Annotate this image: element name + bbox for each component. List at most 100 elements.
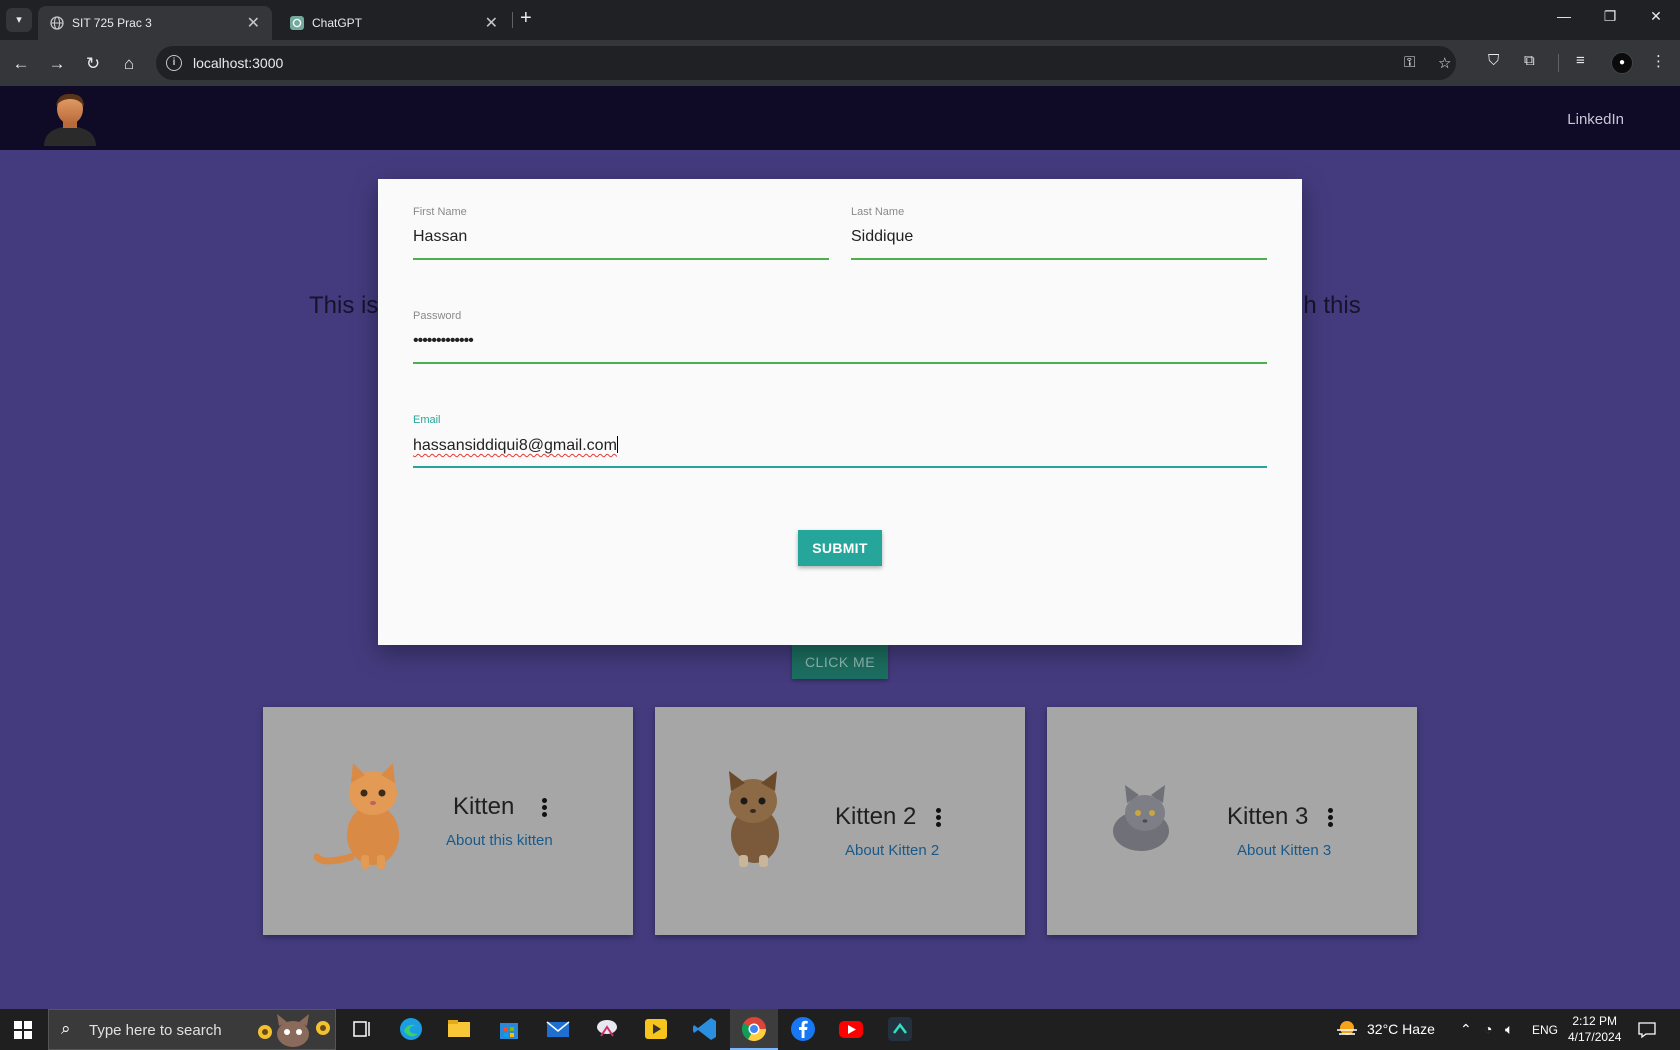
restore-icon[interactable]: ❐: [1587, 8, 1633, 25]
kitten-image: [313, 763, 399, 869]
password-field[interactable]: Password •••••••••••••: [413, 310, 1267, 364]
card-link[interactable]: About this kitten: [446, 832, 553, 849]
kitten-card: Kitten 2 About Kitten 2: [655, 707, 1025, 935]
tab-chatgpt[interactable]: ChatGPT ✕: [278, 6, 510, 40]
windows-taskbar: ⌕ Type here to search 32°C Haze ⌃ ◔ 🔈︎ E…: [0, 1009, 1680, 1050]
submit-button[interactable]: SUBMIT: [798, 530, 882, 566]
intro-text-left: This is: [309, 292, 379, 319]
browser-toolbar: ← → ↻ ⌂ i localhost:3000 ⚿ ☆ ⛉ ⧉ ≡ ● ⋮: [0, 40, 1680, 86]
last-name-label: Last Name: [851, 206, 905, 218]
kitten-image: [1113, 785, 1169, 851]
email-value: hassansiddiqui8@gmail.com: [413, 437, 617, 454]
vscode-icon[interactable]: [690, 1014, 720, 1044]
kitten-image: [729, 771, 779, 867]
tab-divider: [512, 12, 513, 28]
weather-text[interactable]: 32°C Haze: [1367, 1021, 1435, 1037]
media-player-icon[interactable]: [641, 1014, 671, 1044]
click-me-button[interactable]: CLICK ME: [792, 645, 888, 679]
chrome-taskbar-button[interactable]: [730, 1009, 778, 1050]
kitten-card: Kitten About this kitten: [263, 707, 633, 935]
first-name-input[interactable]: Hassan: [413, 228, 467, 246]
search-icon: ⌕: [61, 1019, 71, 1038]
more-vert-icon[interactable]: [1328, 808, 1334, 829]
haze-weather-icon[interactable]: [1335, 1019, 1359, 1039]
taskbar-search-box[interactable]: ⌕ Type here to search: [48, 1009, 336, 1050]
email-field[interactable]: Email hassansiddiqui8@gmail.com: [413, 414, 1267, 468]
notification-center-icon[interactable]: [1637, 1020, 1657, 1040]
last-name-field[interactable]: Last Name Siddique: [851, 206, 1267, 260]
field-underline-focused: [413, 466, 1267, 468]
search-highlight-art-icon: [258, 1014, 330, 1047]
signup-modal: First Name Hassan Last Name Siddique Pas…: [378, 179, 1302, 645]
field-underline: [851, 258, 1267, 260]
close-tab-icon[interactable]: ✕: [247, 13, 260, 33]
shield-icon[interactable]: ⛉: [1488, 52, 1499, 69]
linkedin-link[interactable]: LinkedIn: [1567, 111, 1624, 128]
task-view-icon[interactable]: [347, 1014, 377, 1044]
address-bar[interactable]: i localhost:3000 ⚿ ☆: [156, 46, 1456, 80]
last-name-input[interactable]: Siddique: [851, 228, 913, 246]
chatgpt-icon: [290, 16, 304, 30]
more-vert-icon[interactable]: [542, 798, 548, 819]
edge-icon[interactable]: [396, 1014, 426, 1044]
clock-date: 4/17/2024: [1568, 1030, 1622, 1044]
reload-icon[interactable]: ↻: [81, 52, 105, 76]
first-name-field[interactable]: First Name Hassan: [413, 206, 829, 260]
close-tab-icon[interactable]: ✕: [485, 13, 498, 33]
media-queue-icon[interactable]: ≡: [1576, 52, 1585, 69]
close-window-icon[interactable]: ✕: [1633, 8, 1679, 25]
new-tab-plus-icon[interactable]: +: [520, 7, 532, 30]
taskbar-clock[interactable]: 2:12 PM 4/17/2024: [1568, 1013, 1621, 1045]
field-underline: [413, 258, 829, 260]
tab-sit725[interactable]: SIT 725 Prac 3 ✕: [38, 6, 272, 40]
chrome-icon: [741, 1017, 766, 1042]
field-underline: [413, 362, 1267, 364]
text-caret: [616, 436, 618, 453]
network-icon[interactable]: ◔: [1484, 1021, 1492, 1037]
filmora-icon[interactable]: [885, 1014, 915, 1044]
password-label: Password: [413, 310, 462, 322]
extensions-puzzle-icon[interactable]: ⧉: [1524, 52, 1535, 69]
page-viewport: LinkedIn This is gh this CLICK ME Kitten…: [0, 86, 1680, 1009]
site-navbar: LinkedIn: [0, 86, 1680, 150]
browser-tab-strip: ▾ SIT 725 Prac 3 ✕ ChatGPT ✕ + — ❐ ✕: [0, 0, 1680, 40]
language-indicator[interactable]: ENG: [1532, 1023, 1558, 1037]
windows-start-icon[interactable]: [14, 1021, 32, 1039]
toolbar-divider: [1558, 54, 1559, 72]
volume-icon[interactable]: 🔈︎: [1505, 1021, 1513, 1038]
home-icon[interactable]: ⌂: [117, 52, 141, 76]
url-text[interactable]: localhost:3000: [193, 55, 283, 71]
forward-arrow-icon[interactable]: →: [45, 52, 69, 76]
password-input[interactable]: •••••••••••••: [413, 332, 474, 350]
key-icon[interactable]: ⚿: [1404, 54, 1415, 71]
email-label: Email: [413, 414, 441, 426]
card-title: Kitten 3: [1227, 803, 1309, 830]
globe-icon: [50, 16, 64, 30]
tab-search-button[interactable]: ▾: [6, 8, 32, 32]
card-title: Kitten 2: [835, 803, 917, 830]
tab-title: SIT 725 Prac 3: [72, 16, 152, 30]
avatar-logo[interactable]: [40, 90, 100, 146]
card-link[interactable]: About Kitten 3: [1237, 842, 1331, 859]
bookmark-star-icon[interactable]: ☆: [1438, 54, 1451, 72]
youtube-icon[interactable]: [836, 1014, 866, 1044]
back-arrow-icon[interactable]: ←: [9, 52, 33, 76]
clock-time: 2:12 PM: [1572, 1014, 1618, 1028]
facebook-icon[interactable]: [788, 1014, 818, 1044]
microsoft-store-icon[interactable]: [494, 1014, 524, 1044]
menu-kebab-icon[interactable]: ⋮: [1651, 52, 1666, 70]
search-placeholder: Type here to search: [89, 1022, 222, 1039]
profile-avatar-icon[interactable]: ●: [1611, 52, 1633, 74]
minimize-icon[interactable]: —: [1541, 8, 1587, 24]
tray-chevron-up-icon[interactable]: ⌃: [1460, 1021, 1472, 1038]
snipping-tool-icon[interactable]: [592, 1014, 622, 1044]
tab-title: ChatGPT: [312, 16, 363, 30]
file-explorer-icon[interactable]: [444, 1014, 474, 1044]
first-name-label: First Name: [413, 206, 467, 218]
card-link[interactable]: About Kitten 2: [845, 842, 939, 859]
site-info-icon[interactable]: i: [166, 55, 182, 71]
more-vert-icon[interactable]: [936, 808, 942, 829]
email-input[interactable]: hassansiddiqui8@gmail.com: [413, 436, 618, 455]
mail-icon[interactable]: [543, 1014, 573, 1044]
card-title: Kitten: [453, 793, 515, 820]
